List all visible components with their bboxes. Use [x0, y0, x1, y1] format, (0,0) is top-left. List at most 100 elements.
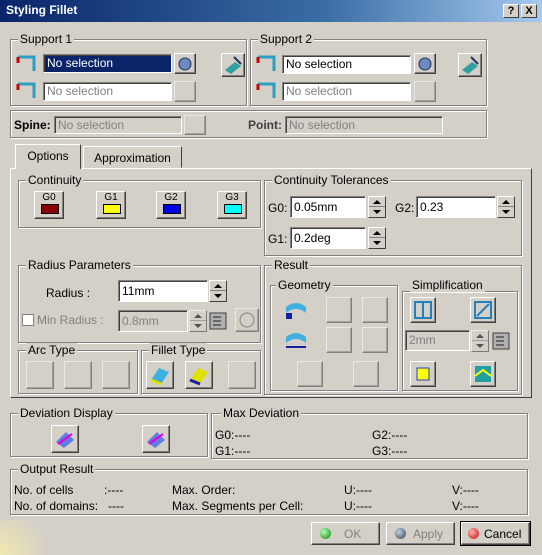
- simplify-icon-1[interactable]: [410, 297, 436, 323]
- support1-field1[interactable]: No selection: [43, 54, 172, 73]
- tol-g2-input[interactable]: 0.23: [416, 196, 496, 218]
- support1-options-icon[interactable]: [174, 53, 196, 74]
- arc-type-label: Arc Type: [26, 343, 78, 357]
- spine-label: Spine:: [14, 118, 51, 132]
- output-max-segments: Max. Segments per Cell:: [172, 499, 304, 513]
- geometry-extrapolate-icon: [362, 297, 388, 323]
- min-radius-input[interactable]: 0.8mm: [118, 310, 188, 332]
- g3-label: G3: [225, 192, 239, 203]
- continuity-g1-button[interactable]: G1: [96, 191, 126, 219]
- arc-type-exact-icon: [102, 361, 130, 389]
- output-cells-value: :----: [104, 483, 124, 497]
- tol-g2-spinner[interactable]: [497, 196, 515, 218]
- tol-g1-input[interactable]: 0.2deg: [290, 227, 366, 249]
- fillet-type-variable-icon[interactable]: [146, 361, 174, 389]
- output-domains-label: No. of domains:: [14, 499, 99, 513]
- simplification-input[interactable]: 2mm: [405, 330, 470, 351]
- output-v1: V:----: [452, 483, 479, 497]
- g2-label: G2: [164, 192, 178, 203]
- deviation-display-icon-2[interactable]: [142, 425, 170, 453]
- simplification-label: Simplification: [410, 278, 485, 292]
- arc-type-approx-icon: [64, 361, 92, 389]
- cancel-button[interactable]: Cancel: [460, 521, 531, 546]
- support2-options2-icon: [414, 81, 436, 102]
- point-field[interactable]: No selection: [285, 116, 443, 134]
- output-cells-label: No. of cells: [14, 483, 74, 497]
- spine-options-icon: [184, 115, 206, 135]
- max-dev-g3: G3:----: [372, 444, 408, 458]
- fillet-type-chordal-icon[interactable]: [185, 361, 213, 389]
- tol-g2-label: G2:: [395, 201, 415, 215]
- tol-g0-label: G0:: [268, 201, 288, 215]
- apply-label: Apply: [413, 527, 444, 541]
- max-dev-g0: G0:----: [215, 428, 251, 442]
- max-dev-g1: G1:----: [215, 444, 251, 458]
- title-bar: [0, 0, 542, 22]
- support2-options-icon[interactable]: [414, 53, 436, 74]
- radius-field-label: Radius :: [46, 286, 91, 300]
- support2-edit-icon[interactable]: [458, 53, 482, 77]
- radius-label: Radius Parameters: [26, 258, 133, 272]
- min-radius-spinner: [189, 310, 207, 332]
- support1-label: Support 1: [18, 32, 75, 46]
- tolerances-label: Continuity Tolerances: [272, 173, 391, 187]
- g1-swatch: [103, 204, 121, 214]
- arc-type-blend-icon: [26, 361, 54, 389]
- result-label: Result: [272, 258, 311, 272]
- apply-icon: [395, 528, 406, 539]
- simplify-icon-4[interactable]: [470, 361, 496, 387]
- fillet-type-minimal-icon: [228, 361, 256, 389]
- surface-select-icon[interactable]: [14, 53, 40, 75]
- output-domains-value: ----: [108, 499, 124, 513]
- geometry-surface-icon[interactable]: [282, 297, 310, 325]
- ok-button[interactable]: OK: [311, 522, 380, 545]
- output-u2: U:----: [344, 499, 372, 513]
- formula-icon[interactable]: [207, 309, 231, 333]
- continuity-g0-button[interactable]: G0: [34, 191, 64, 219]
- radius-spinner[interactable]: [209, 280, 227, 302]
- surface2-select-icon[interactable]: [254, 53, 280, 75]
- continuity-g3-button[interactable]: G3: [217, 191, 247, 219]
- ok-label: OK: [344, 527, 362, 541]
- deviation-display-label: Deviation Display: [18, 406, 115, 420]
- support1-field2[interactable]: No selection: [43, 82, 172, 101]
- simplify-icon-3[interactable]: [410, 361, 436, 387]
- min-radius-checkbox[interactable]: [22, 314, 34, 326]
- tol-g0-spinner[interactable]: [368, 196, 386, 218]
- cancel-icon: [468, 528, 479, 539]
- geometry-trim-icon: [326, 297, 352, 323]
- support2-field2[interactable]: No selection: [282, 82, 411, 101]
- close-button[interactable]: X: [521, 4, 537, 18]
- output-u1: U:----: [344, 483, 372, 497]
- geometry-join-icon: [353, 361, 379, 387]
- geometry-surface-2-icon[interactable]: [282, 327, 310, 355]
- radius-input[interactable]: 11mm: [118, 280, 208, 302]
- apply-button[interactable]: Apply: [386, 522, 455, 545]
- spine-field[interactable]: No selection: [54, 116, 182, 134]
- g0-label: G0: [42, 192, 56, 203]
- help-button[interactable]: ?: [503, 4, 519, 18]
- simplification-formula-icon[interactable]: [490, 329, 514, 353]
- point-label: Point:: [248, 118, 282, 132]
- window-title: Styling Fillet: [6, 3, 78, 17]
- simplify-icon-2[interactable]: [470, 297, 496, 323]
- ok-icon: [320, 528, 331, 539]
- tab-approximation[interactable]: Approximation: [83, 146, 182, 168]
- max-dev-g2: G2:----: [372, 428, 408, 442]
- max-deviation-label: Max Deviation: [221, 406, 302, 420]
- geometry-extrapolate2-icon: [362, 327, 388, 353]
- surface2-select-icon-2[interactable]: [254, 80, 280, 102]
- tol-g0-input[interactable]: 0.05mm: [290, 196, 366, 218]
- tab-options[interactable]: Options: [15, 144, 81, 169]
- geometry-label: Geometry: [276, 278, 333, 292]
- g2-swatch: [163, 204, 181, 214]
- g0-swatch: [41, 204, 59, 214]
- output-v2: V:----: [452, 499, 479, 513]
- tol-g1-spinner[interactable]: [368, 227, 386, 249]
- support1-edit-icon[interactable]: [221, 53, 245, 77]
- surface-select-icon-2[interactable]: [14, 80, 40, 102]
- support2-field1[interactable]: No selection: [282, 55, 411, 74]
- continuity-g2-button[interactable]: G2: [156, 191, 186, 219]
- simplification-spinner: [471, 330, 489, 352]
- deviation-display-icon-1[interactable]: [51, 425, 79, 453]
